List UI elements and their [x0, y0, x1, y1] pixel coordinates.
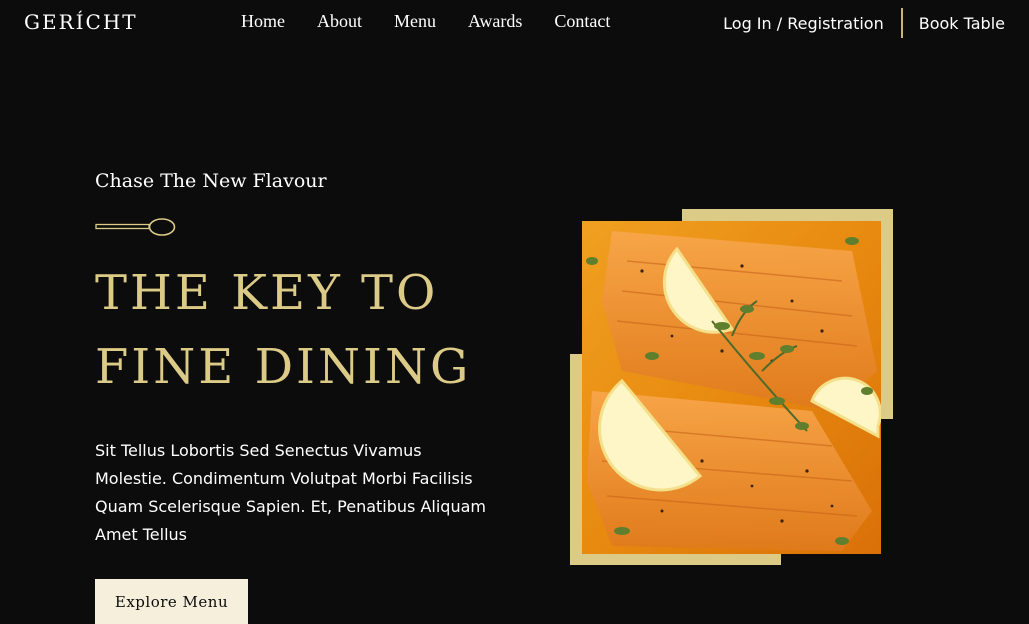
nav-link-home[interactable]: Home: [241, 11, 285, 32]
nav-link-contact[interactable]: Contact: [554, 11, 610, 32]
nav-divider: [900, 8, 903, 38]
hero-headline: THE KEY TO FINE DINING: [95, 256, 471, 404]
nav-links: Home About Menu Awards Contact: [241, 11, 642, 32]
headline-line-1: THE KEY TO: [95, 265, 439, 321]
hero-food-image: [582, 221, 881, 554]
nav-actions: Log In / Registration Book Table: [723, 8, 1005, 38]
book-table-link[interactable]: Book Table: [919, 14, 1005, 33]
hero-description: Sit Tellus Lobortis Sed Senectus Vivamus…: [95, 441, 486, 544]
explore-menu-button[interactable]: Explore Menu: [95, 579, 248, 624]
hero-subtitle: Chase The New Flavour: [95, 170, 327, 192]
headline-line-2: FINE DINING: [95, 339, 472, 395]
nav-link-awards[interactable]: Awards: [468, 11, 522, 32]
logo[interactable]: GERÍCHT: [24, 10, 138, 34]
login-registration-link[interactable]: Log In / Registration: [723, 14, 884, 33]
nav-link-about[interactable]: About: [317, 11, 362, 32]
nav-link-menu[interactable]: Menu: [394, 11, 436, 32]
navbar: GERÍCHT Home About Menu Awards Contact L…: [0, 0, 1029, 48]
spoon-icon: [95, 218, 176, 236]
